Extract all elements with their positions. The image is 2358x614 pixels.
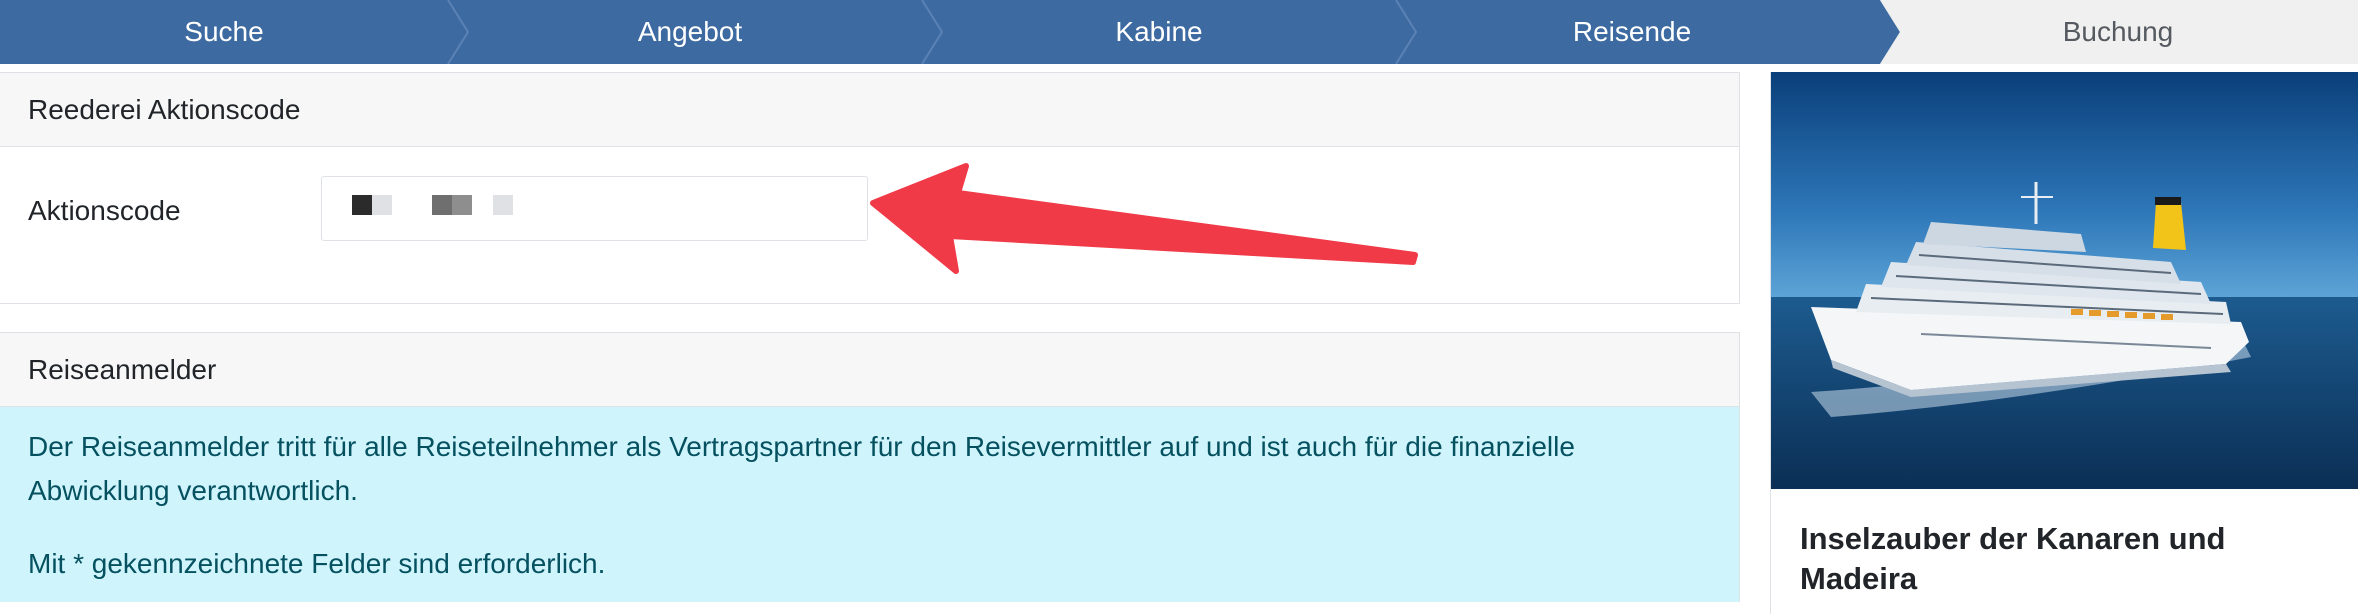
promo-code-input[interactable] [321, 176, 868, 241]
cruise-ship-image [1771, 72, 2358, 489]
promo-code-card: Reederei Aktionscode Aktionscode [0, 72, 1740, 304]
traveler-card: Reiseanmelder Der Reiseanmelder tritt fü… [0, 332, 1740, 602]
traveler-card-title: Reiseanmelder [0, 333, 1739, 407]
traveler-info-text: Der Reiseanmelder tritt für alle Reisete… [28, 431, 1575, 506]
step-reisende[interactable]: Reisende [1406, 0, 1858, 64]
booking-stepper: Suche Angebot Kabine Reisende Buchung [0, 0, 2358, 64]
required-fields-note: Mit * gekennzeichnete Felder sind erford… [28, 548, 606, 579]
trip-summary-sidebar: Inselzauber der Kanaren und Madeira [1770, 72, 2358, 614]
step-buchung: Buchung [2062, 16, 2174, 47]
trip-title: Inselzauber der Kanaren und Madeira [1800, 521, 2226, 596]
step-suche[interactable]: Suche [0, 0, 448, 64]
promo-code-label: Aktionscode [28, 195, 181, 226]
step-angebot[interactable]: Angebot [458, 0, 922, 64]
traveler-info-alert: Der Reiseanmelder tritt für alle Reisete… [0, 407, 1739, 602]
promo-code-card-title: Reederei Aktionscode [0, 73, 1739, 147]
step-kabine[interactable]: Kabine [932, 0, 1386, 64]
